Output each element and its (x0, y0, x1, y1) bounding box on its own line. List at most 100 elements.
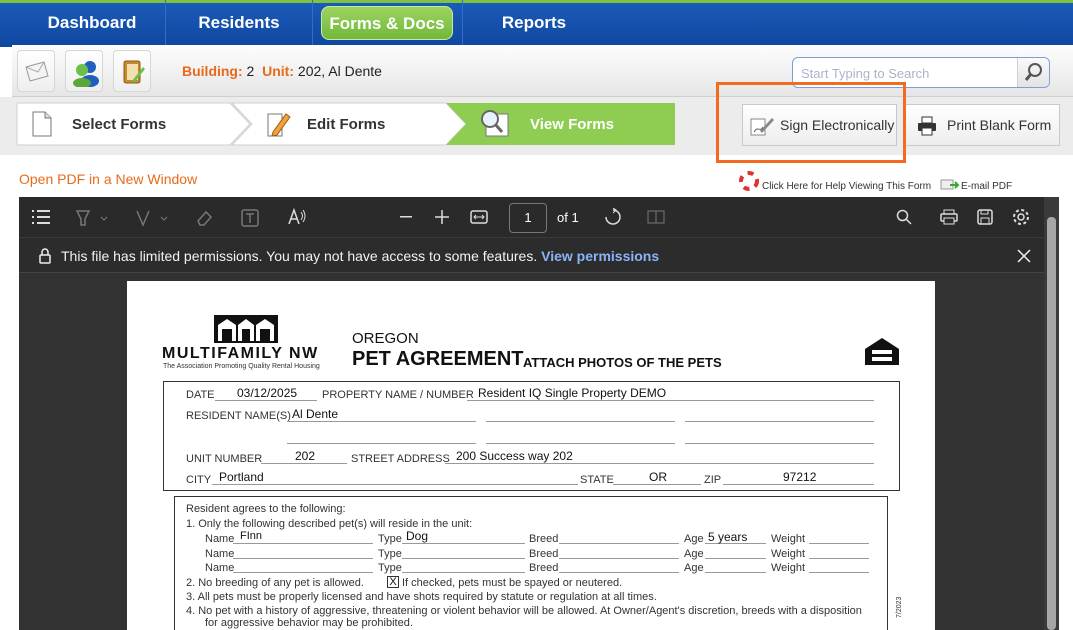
read-aloud-icon[interactable] (287, 208, 307, 226)
pet-line (809, 558, 869, 559)
pet-line (402, 558, 525, 559)
eraser-icon[interactable] (195, 209, 213, 227)
resident-field[interactable]: Al Dente (292, 407, 338, 421)
equal-housing-icon (865, 338, 899, 365)
pet-line (559, 558, 679, 559)
pet-name-field[interactable]: FInn (240, 530, 262, 542)
multifamily-logo-icon (214, 315, 278, 343)
building-value: 2 (246, 63, 255, 79)
step-edit-forms[interactable]: Edit Forms (250, 102, 450, 146)
date-line (215, 400, 317, 401)
list-icon[interactable] (32, 210, 50, 224)
pet-line (233, 558, 373, 559)
property-field[interactable]: Resident IQ Single Property DEMO (478, 386, 666, 400)
nav-dashboard[interactable]: Dashboard (28, 6, 156, 40)
search-document-icon (481, 110, 509, 137)
unit-value: 202, Al Dente (297, 63, 382, 79)
find-icon[interactable] (896, 209, 912, 225)
print-label: Print Blank Form (947, 117, 1052, 133)
print-icon[interactable] (940, 209, 958, 225)
search-input[interactable] (801, 62, 1011, 84)
mail-button[interactable] (17, 50, 55, 92)
pet3-breed-label: Breed (529, 562, 559, 574)
pet3-age-label: Age (684, 562, 704, 574)
notebook-icon (123, 60, 145, 84)
nav-reports[interactable]: Reports (474, 6, 594, 40)
pdf-page: MULTIFAMILY NW The Association Promoting… (127, 281, 935, 630)
nav-forms-docs[interactable]: Forms & Docs (321, 6, 453, 40)
two-page-icon[interactable] (647, 210, 665, 224)
pet-breed-label: Breed (529, 533, 559, 545)
zip-field[interactable]: 97212 (783, 470, 816, 484)
viewer-scrollbar[interactable] (1044, 197, 1059, 630)
state-label: STATE (580, 474, 614, 486)
pet-type-field[interactable]: Dog (406, 529, 428, 543)
date-field[interactable]: 03/12/2025 (237, 386, 297, 400)
pet2-type-label: Type (378, 548, 402, 560)
agreement-item-4: 4. No pet with a history of aggressive, … (186, 605, 862, 617)
highlighter-icon[interactable] (75, 209, 109, 227)
pet2-age-label: Age (684, 548, 704, 560)
state-field[interactable]: OR (649, 470, 667, 484)
step-select-forms[interactable]: Select Forms (17, 102, 247, 146)
unit-number-label: UNIT NUMBER (186, 453, 263, 465)
text-box-icon[interactable] (241, 209, 259, 227)
help-viewing-link[interactable]: Click Here for Help Viewing This Form (762, 181, 931, 192)
document-icon (32, 111, 52, 137)
pet-line (705, 572, 766, 573)
zip-label: ZIP (704, 474, 722, 486)
nav-residents[interactable]: Residents (174, 6, 304, 40)
view-permissions-link[interactable]: View permissions (541, 248, 659, 264)
city-field[interactable]: Portland (219, 470, 264, 484)
city-line (212, 484, 578, 485)
residents-button[interactable] (65, 50, 103, 92)
page-number-input[interactable]: 1 (509, 203, 547, 233)
pet3-weight-label: Weight (771, 562, 806, 574)
pet-line (559, 572, 679, 573)
pet-age-label: Age (684, 533, 704, 545)
unit-line (261, 463, 347, 464)
nav-divider (165, 0, 166, 47)
print-blank-form-button[interactable]: Print Blank Form (905, 104, 1060, 146)
highlight-box (716, 82, 906, 163)
draw-icon[interactable] (135, 209, 169, 227)
pet-line (809, 543, 869, 544)
pet-line (402, 572, 525, 573)
rotate-icon[interactable] (604, 208, 622, 226)
permissions-banner: This file has limited permissions. You m… (19, 238, 1044, 273)
scrollbar-thumb[interactable] (1047, 217, 1056, 630)
nav-divider (312, 0, 313, 47)
spay-neuter-checkbox[interactable]: X (387, 576, 399, 588)
zoom-in-icon[interactable] (435, 210, 449, 224)
lock-icon (39, 248, 51, 264)
save-icon[interactable] (977, 209, 993, 225)
notes-button[interactable] (113, 50, 151, 92)
pet2-weight-label: Weight (771, 548, 806, 560)
step-view-forms[interactable]: View Forms (470, 102, 670, 146)
property-label: PROPERTY NAME / NUMBER (322, 389, 474, 401)
close-icon[interactable] (1017, 249, 1031, 263)
agreement-intro: Resident agrees to the following: (186, 503, 346, 515)
resident-line (486, 421, 675, 422)
pet2-breed-label: Breed (529, 548, 559, 560)
pdf-toolbar: 1 of 1 (19, 197, 1044, 238)
search-button[interactable] (1017, 58, 1049, 87)
step-view-label: View Forms (530, 116, 614, 133)
fit-width-icon[interactable] (470, 210, 488, 224)
edit-document-icon (267, 113, 291, 137)
street-field[interactable]: 200 Success way 202 (456, 449, 573, 463)
pet-age-field[interactable]: 5 years (708, 530, 747, 544)
settings-gear-icon[interactable] (1012, 208, 1030, 226)
open-pdf-link[interactable]: Open PDF in a New Window (19, 171, 197, 187)
zoom-out-icon[interactable] (400, 216, 412, 218)
form-revision: 7/2023 (896, 596, 903, 618)
resident-label: RESIDENT NAME(S) (186, 410, 291, 422)
unit-label: Unit: (262, 63, 295, 79)
unit-info: Building: 2 Unit: 202, Al Dente (182, 63, 382, 79)
agreement-item-4-cont: for aggressive behavior may be prohibite… (205, 617, 413, 629)
pet2-name-label: Name (205, 548, 235, 560)
unit-number-field[interactable]: 202 (295, 449, 315, 463)
email-pdf-link[interactable]: E-mail PDF (961, 181, 1012, 192)
form-subtitle: ATTACH PHOTOS OF THE PETS (523, 355, 722, 370)
pet-line (559, 543, 679, 544)
